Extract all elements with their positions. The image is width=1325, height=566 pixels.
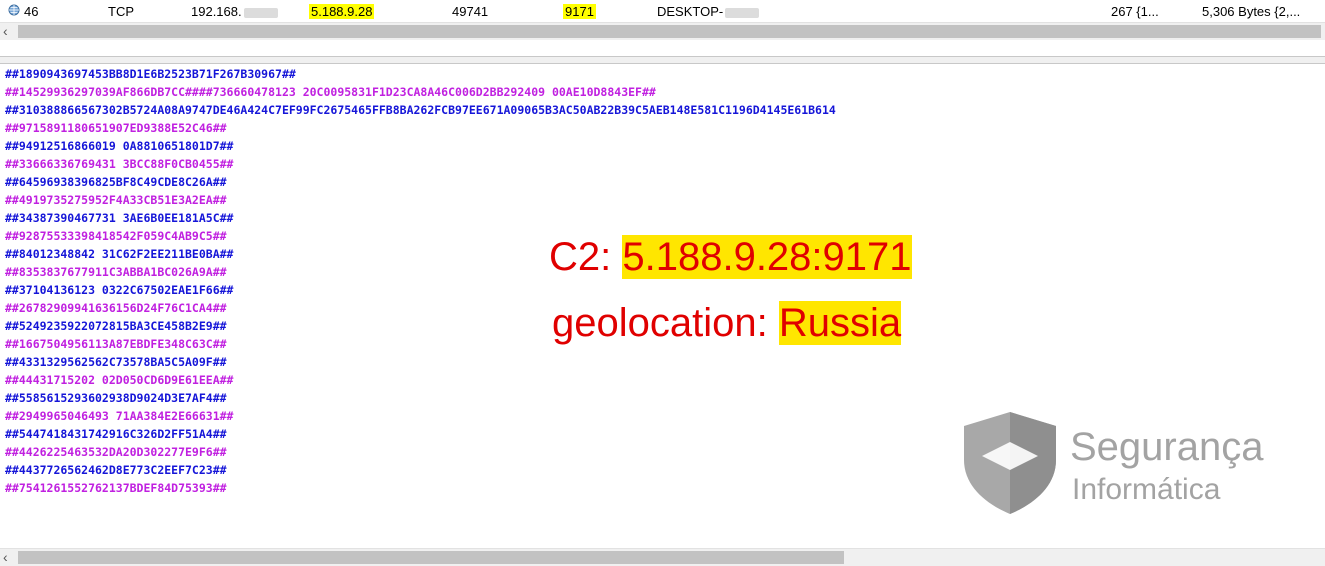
c2-annotation: C2: 5.188.9.28:9171 (549, 232, 912, 282)
stream-line: ##4331329562562C73578BA5C5A09F## (5, 355, 227, 369)
stream-line: ##84012348842 31C62F2EE211BE0BA## (5, 247, 234, 261)
redacted-block (725, 7, 760, 18)
stream-line: ##9715891180651907ED9388E52C46## (5, 121, 227, 135)
packet-number: 46 (24, 4, 39, 19)
destination-ip: 5.188.9.28 (309, 4, 375, 19)
stream-line: ##4426225463532DA20D302277E9F6## (5, 445, 227, 459)
watermark-title: Segurança (1070, 425, 1264, 469)
source-ip: 192.168. (191, 4, 278, 19)
bottom-horizontal-scrollbar[interactable]: ‹ (0, 548, 1325, 566)
scroll-left-icon[interactable]: ‹ (3, 23, 8, 40)
stream-line: ##26782909941636156D24F76C1CA4## (5, 301, 227, 315)
stream-line: ##64596938396825BF8C49CDE8C26A## (5, 175, 227, 189)
stream-line: ##1890943697453BB8D1E6B2523B71F267B30967… (5, 67, 296, 81)
stream-line: ##33666336769431 3BCC88F0CB0455## (5, 157, 234, 171)
top-horizontal-scrollbar[interactable]: ‹ (0, 22, 1325, 40)
c2-label: C2: (549, 235, 623, 279)
stream-line: ##34387390467731 3AE6B0EE181A5C## (5, 211, 234, 225)
protocol: TCP (108, 4, 134, 19)
packet-list-row[interactable]: 46 TCP 192.168. 5.188.9.28 49741 9171 DE… (0, 0, 1325, 22)
stream-line: ##8353837677911C3ABBA1BC026A9A## (5, 265, 227, 279)
c2-value: 5.188.9.28:9171 (622, 235, 912, 279)
stream-line: ##1667504956113A87EBDFE348C63C## (5, 337, 227, 351)
stream-line: ##2949965046493 71AA384E2E66631## (5, 409, 234, 423)
source-port: 49741 (452, 4, 489, 19)
stream-line: ##5447418431742916C326D2FF51A4## (5, 427, 227, 441)
stream-line: ##14529936297039AF866DB7CC####7366604781… (5, 85, 656, 99)
destination-port: 9171 (563, 4, 596, 19)
host-name: DESKTOP- (657, 4, 760, 19)
stream-line: ##92875533398418542F059C4AB9C5## (5, 229, 227, 243)
shield-icon (964, 412, 1056, 514)
stream-line: ##5249235922072815BA3CE458B2E9## (5, 319, 227, 333)
stream-line: ##310388866567302B5724A08A9747DE46A424C7… (5, 103, 836, 117)
geolocation-annotation: geolocation: Russia (552, 298, 902, 348)
stream-line: ##7541261552762137BDEF84D75393## (5, 481, 227, 495)
geolocation-value: Russia (778, 301, 902, 345)
scrollbar-thumb[interactable] (18, 25, 1321, 38)
stream-line: ##44431715202 02D050CD6D9E61EEA## (5, 373, 234, 387)
scrollbar-thumb[interactable] (18, 551, 844, 564)
network-icon (8, 4, 20, 19)
stream-line: ##4437726562462D8E773C2EEF7C23## (5, 463, 227, 477)
column-b: 5,306 Bytes {2,... (1202, 4, 1301, 19)
stream-line: ##94912516866019 0A8810651801D7## (5, 139, 234, 153)
pane-splitter[interactable] (0, 56, 1325, 64)
scroll-left-icon[interactable]: ‹ (3, 549, 8, 566)
stream-line: ##5585615293602938D9024D3E7AF4## (5, 391, 227, 405)
redacted-block (243, 7, 278, 18)
stream-line: ##37104136123 0322C67502EAE1F66## (5, 283, 234, 297)
geolocation-label: geolocation: (552, 301, 779, 345)
column-a: 267 {1... (1111, 4, 1159, 19)
watermark-subtitle: Informática (1072, 473, 1221, 506)
stream-line: ##4919735275952F4A33CB51E3A2EA## (5, 193, 227, 207)
